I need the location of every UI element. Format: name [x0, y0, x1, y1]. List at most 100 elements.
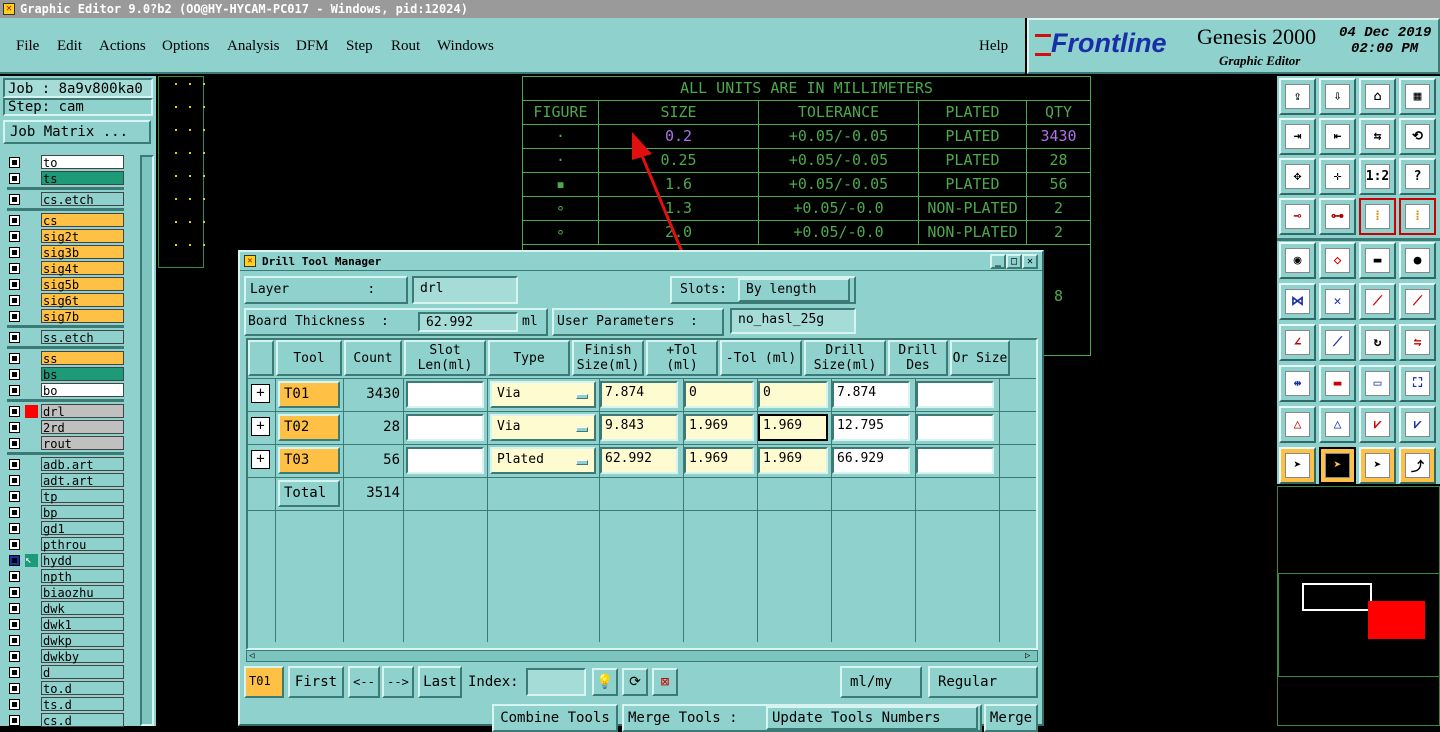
layer-row[interactable]: bs: [7, 367, 124, 382]
layer-checkbox[interactable]: [9, 635, 20, 646]
zoom-icon[interactable]: ✛: [1319, 158, 1356, 195]
thickness-field[interactable]: 62.992: [418, 312, 518, 332]
mirror-icon[interactable]: ⇋: [1399, 324, 1436, 361]
layer-row[interactable]: dwk: [7, 601, 124, 616]
group-icon[interactable]: ⛶: [1399, 365, 1436, 402]
layer-checkbox[interactable]: [9, 311, 20, 322]
layer-name[interactable]: ss.etch: [41, 330, 124, 345]
combine-tools-button[interactable]: Combine Tools: [492, 704, 618, 732]
layer-name[interactable]: bp: [41, 505, 124, 520]
refresh-icon[interactable]: ⟲: [1399, 118, 1436, 155]
tool-row[interactable]: + T02 28 Via 9.843 1.969 1.969 12.795: [248, 411, 1036, 444]
cross-icon[interactable]: ✕: [1319, 283, 1356, 320]
layer-checkbox[interactable]: [9, 194, 20, 205]
pointer-icon[interactable]: ➤: [1279, 447, 1316, 484]
layer-checkbox[interactable]: [9, 571, 20, 582]
layer-name[interactable]: rout: [41, 436, 124, 451]
overview-viewport[interactable]: [1302, 583, 1372, 611]
ruler-icon[interactable]: ▬: [1359, 242, 1396, 279]
measure-icon[interactable]: ⊸: [1279, 198, 1316, 235]
close-icon[interactable]: ✕: [1022, 254, 1038, 269]
layer-name[interactable]: ts: [41, 171, 124, 186]
layer-row[interactable]: adb.art: [7, 457, 124, 472]
layer-row[interactable]: adt.art: [7, 473, 124, 488]
tool-id[interactable]: T01: [278, 381, 340, 408]
layer-row[interactable]: dwk1: [7, 617, 124, 632]
layer-row[interactable]: sig2t: [7, 229, 124, 244]
frame-icon[interactable]: ▭: [1359, 365, 1396, 402]
layer-name[interactable]: adb.art: [41, 457, 124, 472]
next-button[interactable]: -->: [382, 666, 414, 698]
layer-name[interactable]: dwkp: [41, 633, 124, 648]
layer-checkbox[interactable]: [9, 667, 20, 678]
slot-length-input[interactable]: [406, 414, 484, 441]
layer-name[interactable]: dwk1: [41, 617, 124, 632]
layer-row[interactable]: sig6t: [7, 293, 124, 308]
layer-checkbox[interactable]: [9, 332, 20, 343]
layer-name[interactable]: biaozhu: [41, 585, 124, 600]
swap-icon[interactable]: ⇆: [1359, 118, 1396, 155]
drill-des-input[interactable]: [916, 414, 994, 441]
menu-actions[interactable]: Actions: [99, 38, 146, 55]
layer-row[interactable]: to.d: [7, 681, 124, 696]
layer-name[interactable]: cs.etch: [41, 192, 124, 207]
layer-name[interactable]: to: [41, 155, 124, 170]
layer-checkbox[interactable]: [9, 247, 20, 258]
traffic-light-icon[interactable]: ⁞: [1359, 198, 1396, 235]
tools-table-hscrollbar[interactable]: ◁ ▷: [246, 650, 1038, 662]
layer-row[interactable]: bo: [7, 383, 124, 398]
layer-row[interactable]: drl: [7, 404, 124, 419]
dot-icon[interactable]: ●: [1399, 242, 1436, 279]
line-dot-alt-icon[interactable]: ⟋: [1399, 283, 1436, 320]
layer-name[interactable]: ss: [41, 351, 124, 366]
layer-row[interactable]: cs.etch: [7, 192, 124, 207]
layer-checkbox[interactable]: [9, 587, 20, 598]
help-icon[interactable]: ?: [1399, 158, 1436, 195]
plus-tol-input[interactable]: 1.969: [684, 447, 754, 474]
layer-name[interactable]: sig3b: [41, 245, 124, 260]
home-icon[interactable]: ⌂: [1359, 78, 1396, 115]
export-icon[interactable]: ⇤: [1319, 118, 1356, 155]
layer-row[interactable]: ss.etch: [7, 330, 124, 345]
layer-checkbox[interactable]: [9, 555, 20, 566]
layer-checkbox[interactable]: [9, 422, 20, 433]
minus-tol-input[interactable]: 0: [758, 381, 828, 408]
layer-name[interactable]: pthrou: [41, 537, 124, 552]
layer-checkbox[interactable]: [9, 173, 20, 184]
layer-name[interactable]: bs: [41, 367, 124, 382]
menu-analysis[interactable]: Analysis: [227, 38, 280, 55]
layer-name[interactable]: d: [41, 665, 124, 680]
slot-length-input[interactable]: [406, 447, 484, 474]
layer-row[interactable]: sig7b: [7, 309, 124, 324]
plus-tol-input[interactable]: 0: [684, 381, 754, 408]
type-dropdown[interactable]: Via: [490, 414, 596, 441]
layer-row[interactable]: ss: [7, 351, 124, 366]
layer-row[interactable]: dwkby: [7, 649, 124, 664]
layer-checkbox[interactable]: [9, 715, 20, 726]
scroll-left-icon[interactable]: ◁: [249, 651, 254, 661]
bulb-icon[interactable]: 💡: [592, 668, 618, 696]
layer-name[interactable]: gd1: [41, 521, 124, 536]
layer-name[interactable]: to.d: [41, 681, 124, 696]
window-icon[interactable]: ▦: [1399, 78, 1436, 115]
layer-checkbox[interactable]: [9, 459, 20, 470]
layer-name[interactable]: sig6t: [41, 293, 124, 308]
layer-name[interactable]: cs.d: [41, 713, 124, 728]
layer-row[interactable]: tp: [7, 489, 124, 504]
bar-icon[interactable]: ▬: [1319, 365, 1356, 402]
tool-id[interactable]: T02: [278, 414, 340, 441]
layer-checkbox[interactable]: [9, 279, 20, 290]
angle-icon[interactable]: ∠: [1279, 324, 1316, 361]
menu-edit[interactable]: Edit: [57, 38, 82, 55]
drill-size-input[interactable]: 12.795: [832, 414, 910, 441]
layer-field[interactable]: drl: [412, 276, 518, 304]
layer-row[interactable]: rout: [7, 436, 124, 451]
layer-row[interactable]: dwkp: [7, 633, 124, 648]
drill-des-input[interactable]: [916, 447, 994, 474]
layer-checkbox[interactable]: [9, 369, 20, 380]
merge-button[interactable]: Merge: [984, 704, 1038, 732]
first-button[interactable]: First: [288, 666, 344, 698]
layer-checkbox[interactable]: [9, 231, 20, 242]
layer-checkbox[interactable]: [9, 295, 20, 306]
index-field[interactable]: [526, 668, 586, 696]
